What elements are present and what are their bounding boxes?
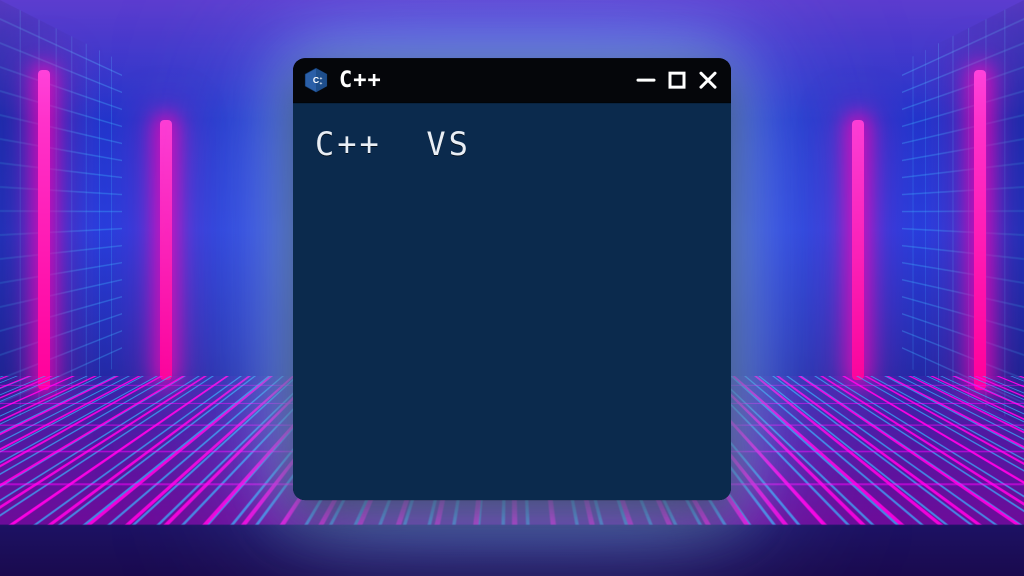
cpp-hex-icon: C + + [303, 67, 329, 93]
bg-pillar [852, 120, 864, 380]
maximize-button[interactable] [667, 70, 687, 90]
window-controls [635, 69, 719, 91]
minimize-button[interactable] [635, 69, 657, 91]
svg-text:C: C [313, 75, 320, 85]
app-window: C + + C++ [293, 58, 731, 500]
svg-text:+: + [319, 82, 322, 87]
close-button[interactable] [697, 69, 719, 91]
window-title: C++ [339, 68, 382, 93]
window-content: C++ VS [293, 102, 731, 500]
headline-text: C++ VS [315, 125, 709, 163]
bg-pillar [160, 120, 172, 380]
window-glow-wrap: C + + C++ [293, 58, 731, 500]
minimize-icon [635, 69, 657, 91]
svg-text:+: + [319, 77, 322, 82]
close-icon [697, 69, 719, 91]
titlebar[interactable]: C + + C++ [293, 58, 731, 102]
maximize-icon [667, 70, 687, 90]
